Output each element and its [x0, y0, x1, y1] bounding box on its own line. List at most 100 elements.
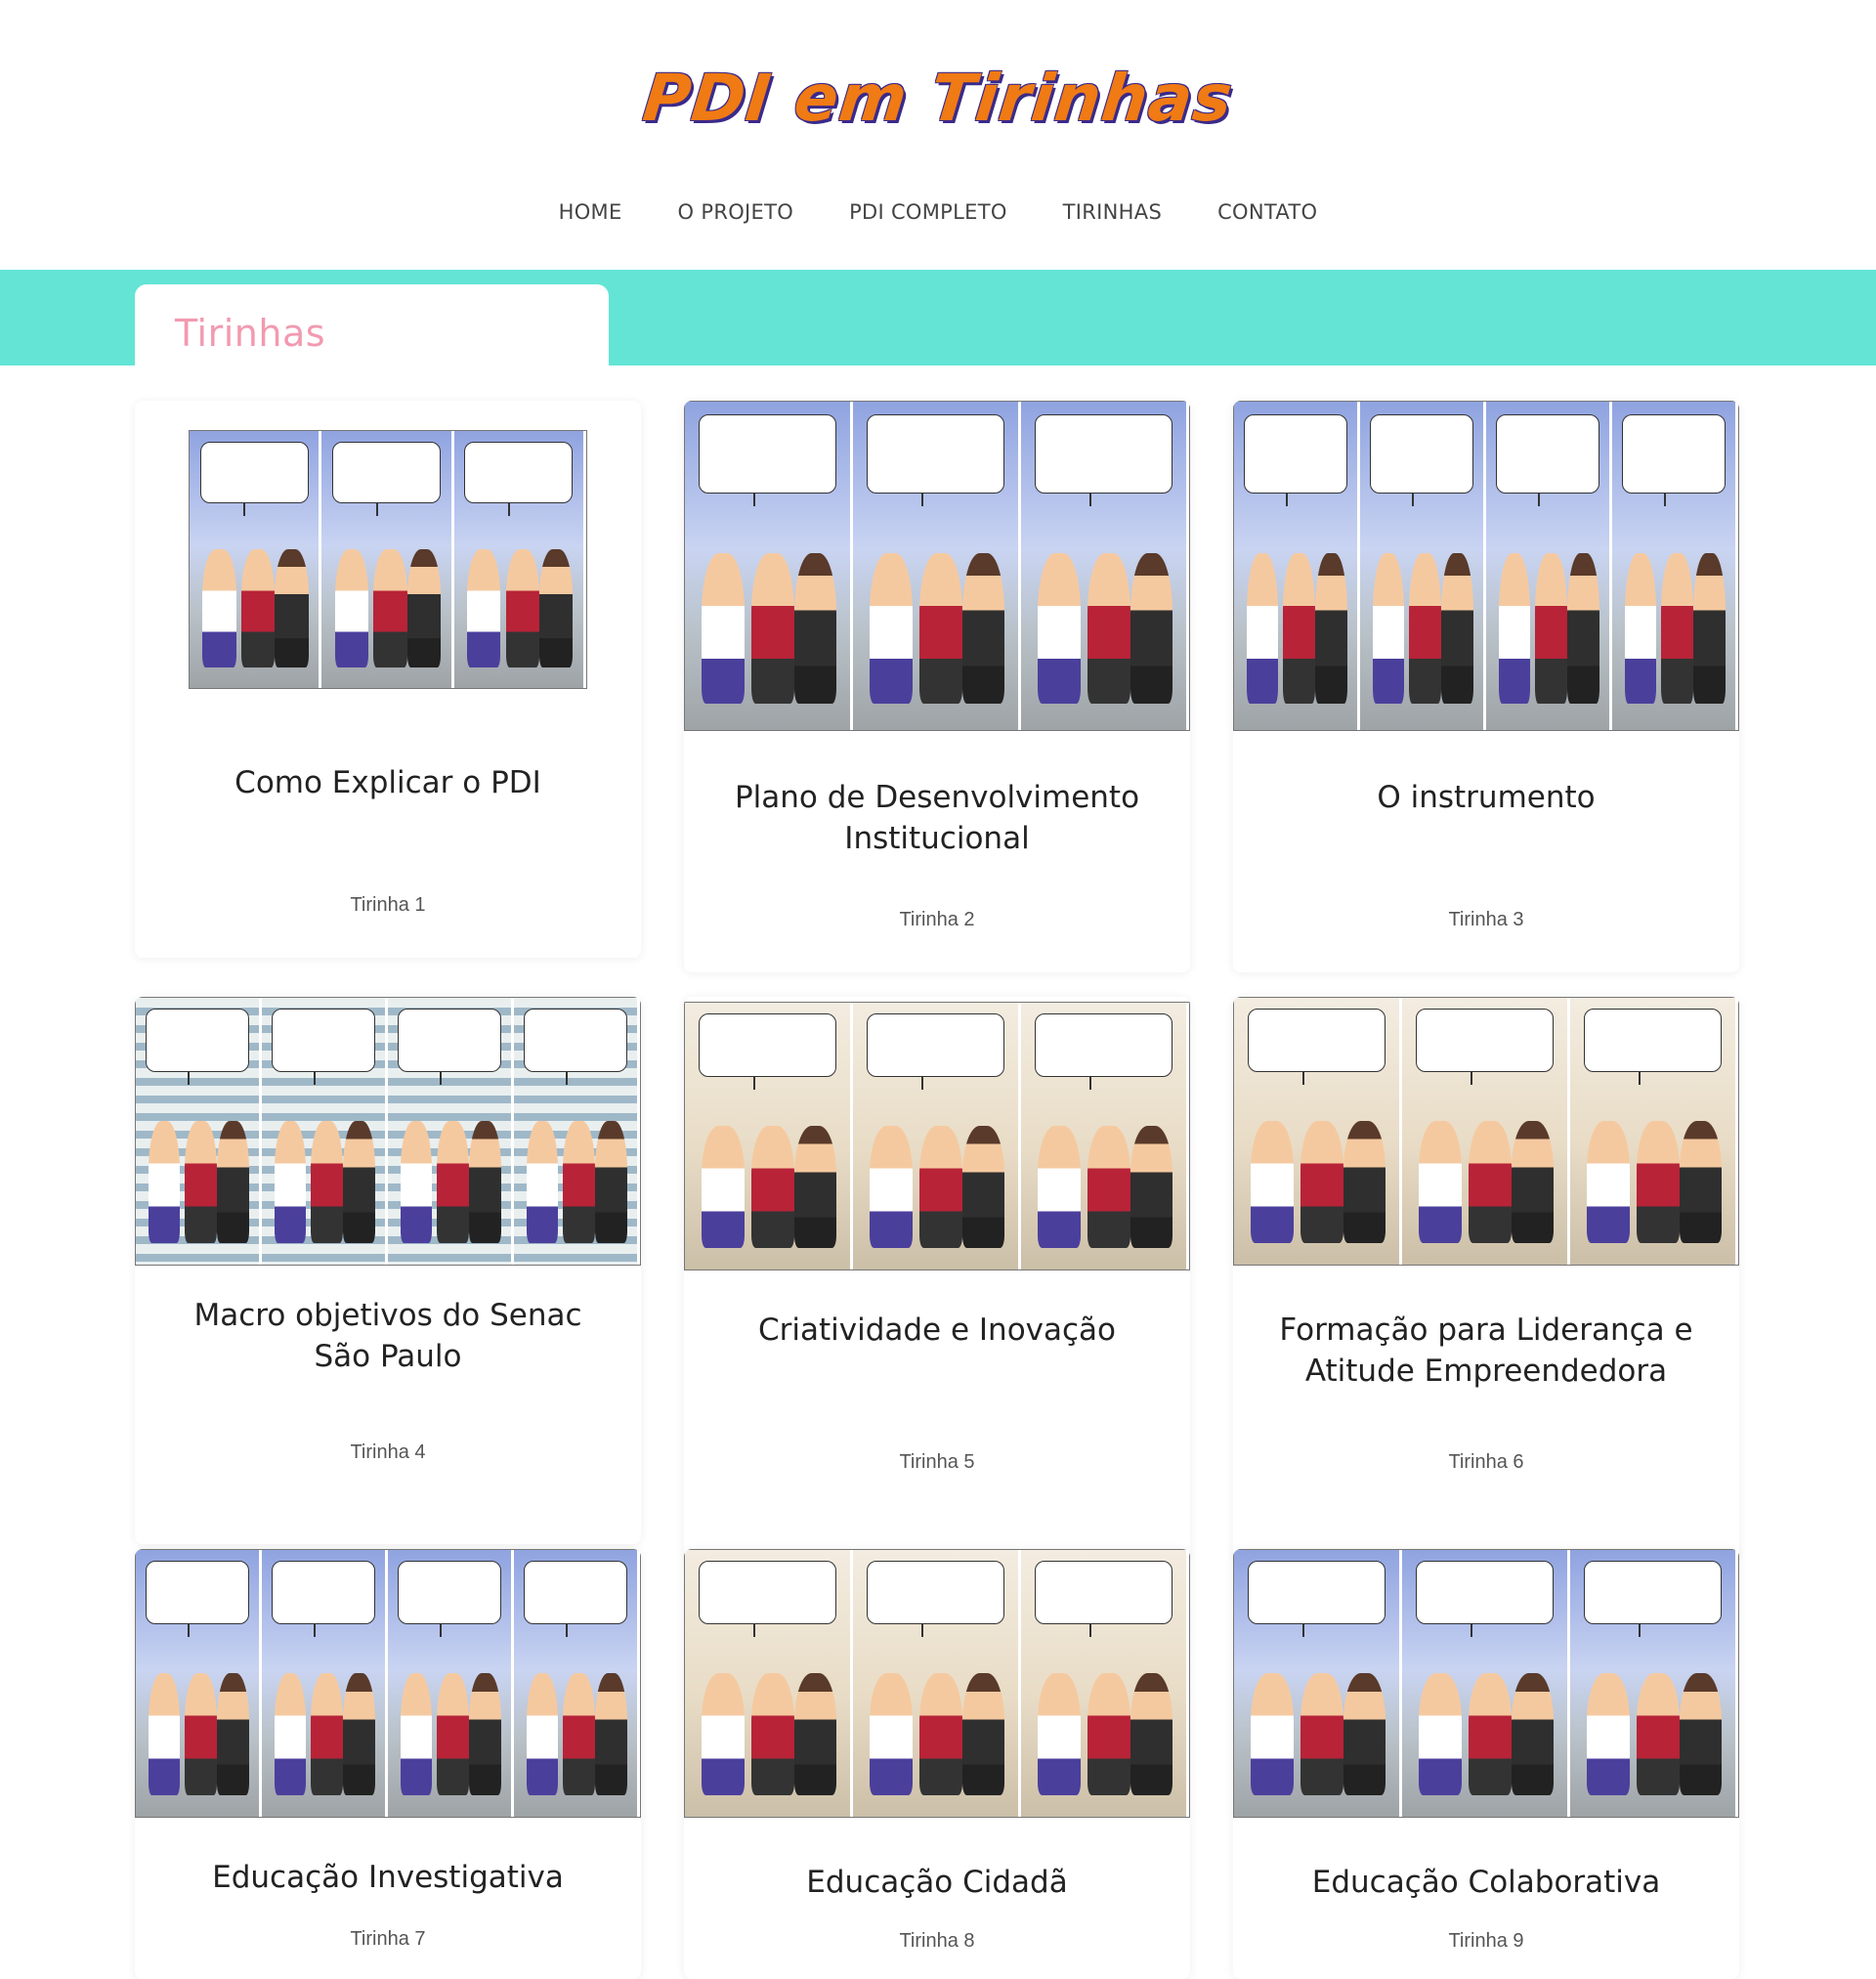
cartoon-character [1468, 1672, 1512, 1796]
comic-card[interactable]: Formação para Liderança e Atitude Empree… [1233, 997, 1739, 1559]
speech-bubble [866, 414, 1005, 506]
card-title[interactable]: Educação Cidadã [684, 1862, 1190, 1903]
cartoon-character [750, 552, 794, 705]
speech-bubble [1244, 414, 1347, 506]
cartoon-character [469, 1120, 501, 1244]
comic-card[interactable]: Educação Colaborativa Tirinha 9 [1233, 1549, 1739, 1979]
cartoon-character [406, 549, 442, 667]
cartoon-character [334, 549, 368, 667]
comic-strip-image[interactable] [135, 1549, 641, 1818]
comic-card[interactable]: Criatividade e Inovação Tirinha 5 [684, 997, 1190, 1559]
comic-card[interactable]: Educação Investigativa Tirinha 7 [135, 1549, 641, 1979]
comic-strip-image[interactable] [135, 997, 641, 1266]
card-subtitle: Tirinha 9 [1448, 1930, 1524, 1952]
comic-card[interactable]: Como Explicar o PDI Tirinha 1 [135, 401, 641, 958]
speech-bubble [331, 441, 442, 516]
card-title[interactable]: Como Explicar o PDI [135, 762, 641, 803]
cartoon-character [701, 1125, 745, 1249]
speech-bubble [1622, 414, 1726, 506]
comic-panel [1570, 1550, 1738, 1817]
comic-card[interactable]: Plano de Desenvolvimento Institucional Ti… [684, 401, 1190, 972]
comic-strip-image[interactable] [684, 1002, 1190, 1270]
card-subtitle: Tirinha 3 [1448, 909, 1524, 930]
speech-bubble [698, 1560, 837, 1637]
comic-panel [1402, 998, 1570, 1265]
comic-card[interactable]: Educação Cidadã Tirinha 8 [684, 1549, 1190, 1979]
speech-bubble [698, 1012, 837, 1090]
cartoon-character [373, 549, 407, 667]
comic-panel [514, 998, 640, 1265]
comic-panel [1234, 402, 1360, 730]
cartoon-character [217, 1672, 249, 1796]
cartoon-character [240, 549, 276, 667]
comic-strip-image[interactable] [1233, 997, 1739, 1266]
cartoon-character [1087, 552, 1130, 705]
cartoon-character [1567, 552, 1599, 705]
cartoon-character [343, 1120, 375, 1244]
cartoon-character [217, 1120, 249, 1244]
nav-contato[interactable]: CONTATO [1217, 200, 1317, 224]
site-logo[interactable]: PDI em Tirinhas [0, 61, 1876, 136]
comic-strip-image[interactable] [684, 401, 1190, 731]
card-title[interactable]: Formação para Liderança e Atitude Empree… [1233, 1310, 1739, 1392]
speech-bubble [272, 1560, 375, 1637]
cartoon-character [202, 549, 236, 667]
speech-bubble [1034, 414, 1173, 506]
cartoon-character [1418, 1672, 1462, 1796]
card-title[interactable]: Criatividade e Inovação [684, 1310, 1190, 1351]
speech-bubble [1415, 1560, 1555, 1637]
cartoon-character [1468, 1120, 1512, 1244]
comic-panel [1234, 1550, 1402, 1817]
comic-panel [514, 1550, 640, 1817]
cartoon-character [1300, 1672, 1343, 1796]
comic-strip-image[interactable] [1233, 1549, 1739, 1818]
card-title[interactable]: Macro objetivos do Senac São Paulo [135, 1295, 641, 1377]
comic-strip-image[interactable] [684, 1549, 1190, 1818]
comic-panel [388, 1550, 514, 1817]
card-title[interactable]: Educação Investigativa [135, 1857, 641, 1898]
card-title[interactable]: O instrumento [1233, 777, 1739, 818]
comic-panel [685, 402, 853, 730]
comic-card[interactable]: O instrumento Tirinha 3 [1233, 401, 1739, 972]
nav-tirinhas[interactable]: TIRINHAS [1063, 200, 1162, 224]
speech-bubble [524, 1560, 627, 1637]
cartoon-character [961, 552, 1005, 705]
comic-strip-image[interactable] [1233, 401, 1739, 731]
cartoon-character [1037, 1125, 1081, 1249]
cartoon-character [1130, 1672, 1173, 1796]
cartoon-character [275, 549, 309, 667]
comic-panel [190, 431, 322, 688]
card-title[interactable]: Plano de Desenvolvimento Institucional [684, 777, 1190, 859]
speech-bubble [524, 1008, 627, 1085]
cartoon-character [1300, 1120, 1343, 1244]
comic-card[interactable]: Macro objetivos do Senac São Paulo Tirinh… [135, 997, 641, 1544]
nav-home[interactable]: HOME [559, 200, 622, 224]
comic-panel [1360, 402, 1486, 730]
cartoon-character [1511, 1120, 1555, 1244]
card-title[interactable]: Educação Colaborativa [1233, 1862, 1739, 1903]
comic-panel [1402, 1550, 1570, 1817]
comic-strip-image[interactable] [189, 430, 587, 689]
cartoon-character [1624, 552, 1657, 705]
section-tab: Tirinhas [135, 284, 609, 366]
cartoon-character [505, 549, 539, 667]
cartoon-character [918, 1125, 962, 1249]
card-subtitle: Tirinha 8 [899, 1930, 975, 1952]
cartoon-character [750, 1125, 794, 1249]
cartoon-character [526, 1672, 559, 1796]
nav-o-projeto[interactable]: O PROJETO [678, 200, 794, 224]
card-subtitle: Tirinha 5 [899, 1451, 975, 1473]
speech-bubble [464, 441, 574, 516]
cartoon-character [1130, 552, 1173, 705]
cartoon-character [1679, 1672, 1723, 1796]
cartoon-character [869, 1125, 913, 1249]
cartoon-character [1037, 552, 1081, 705]
comic-panel [1021, 1550, 1189, 1817]
nav-pdi-completo[interactable]: PDI COMPLETO [849, 200, 1007, 224]
speech-bubble [1247, 1560, 1386, 1637]
comic-panel [136, 998, 262, 1265]
cartoon-character [918, 552, 962, 705]
speech-bubble [1415, 1008, 1555, 1085]
cartoon-character [1087, 1125, 1130, 1249]
comic-panel [853, 1003, 1021, 1269]
